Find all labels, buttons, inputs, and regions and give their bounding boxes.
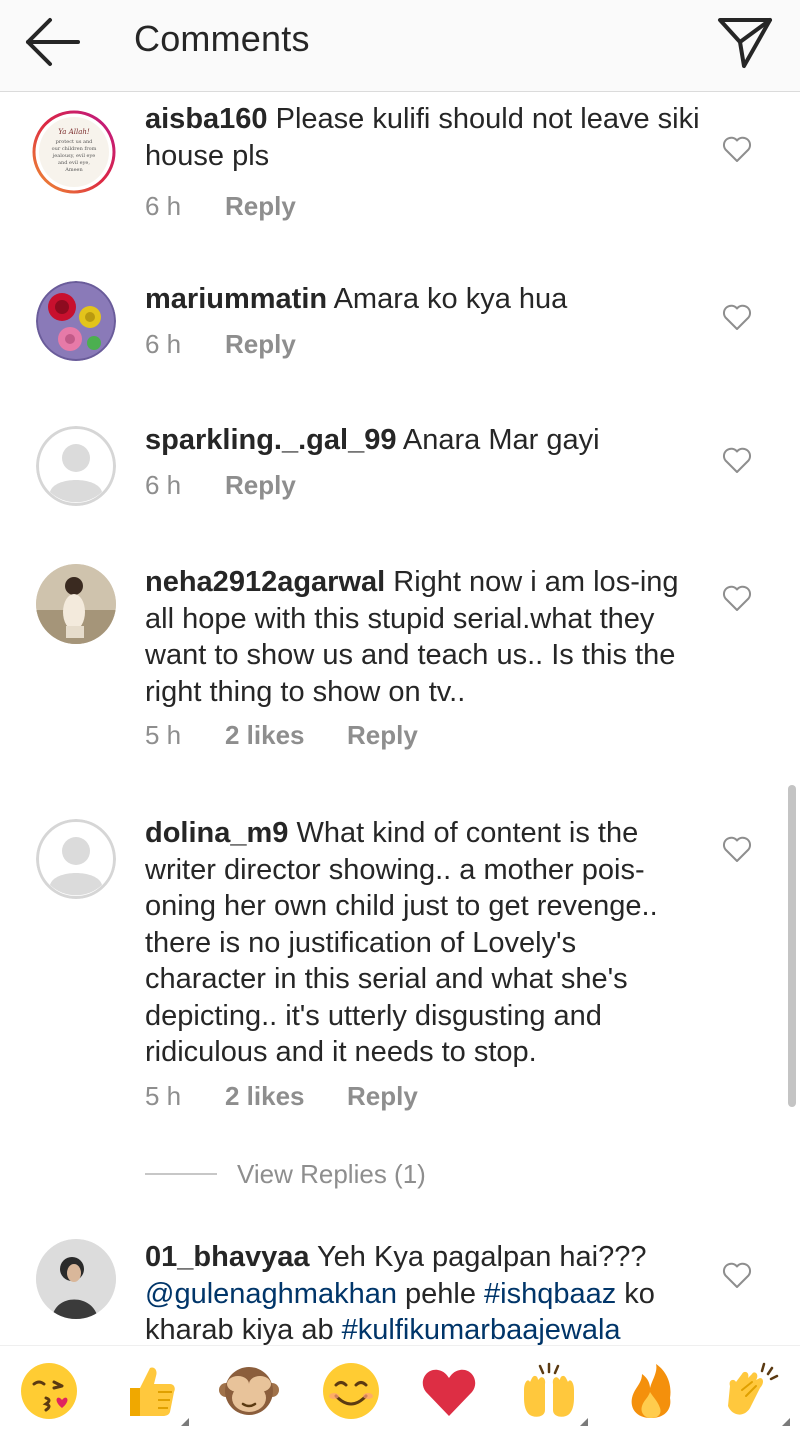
thumbs-up-emoji-icon[interactable]: [118, 1360, 180, 1422]
comment-meta: 6 h Reply: [145, 470, 296, 501]
avatar[interactable]: Ya Allah! protect us and our children fr…: [32, 110, 116, 194]
mention-link[interactable]: @gulenaghmakhan: [145, 1278, 397, 1310]
comment-text: 01_bhavyaa Yeh Kya pagalpan hai??? @gule…: [145, 1241, 655, 1345]
comment-text: dolina_m9 What kind of content is the wr…: [145, 815, 705, 1071]
kissing-face-emoji-icon[interactable]: [18, 1360, 80, 1422]
likes-count[interactable]: 2 likes: [225, 720, 347, 751]
comment-message: Amara ko kya hua: [327, 283, 568, 315]
svg-text:our children from: our children from: [52, 146, 97, 152]
avatar[interactable]: [36, 281, 116, 361]
fire-emoji-icon[interactable]: [620, 1360, 682, 1422]
comment-meta: 5 h 2 likes Reply: [145, 720, 418, 751]
comment-text: sparkling._.gal_99 Anara Mar gayi: [145, 422, 705, 459]
svg-text:Ameen: Ameen: [64, 167, 83, 173]
svg-text:and evil eye,: and evil eye,: [58, 160, 90, 166]
direct-send-icon[interactable]: [714, 12, 776, 72]
comment-meta: 5 h 2 likes Reply: [145, 1081, 418, 1112]
svg-text:jealousy, evil eye: jealousy, evil eye: [52, 153, 96, 159]
scrollbar[interactable]: [788, 785, 796, 1107]
reply-button[interactable]: Reply: [347, 1081, 418, 1112]
comment-message: Yeh Kya pagalpan hai???: [309, 1241, 647, 1273]
like-heart-icon[interactable]: [722, 135, 752, 163]
comment-text: mariummatin Amara ko kya hua: [145, 281, 705, 318]
comment-message: What kind of content is the writer direc…: [145, 817, 658, 1068]
comment-message: Anara Mar gayi: [396, 424, 600, 456]
skin-tone-indicator: [782, 1418, 790, 1426]
username[interactable]: mariummatin: [145, 283, 327, 315]
see-no-evil-monkey-emoji-icon[interactable]: [218, 1360, 280, 1422]
like-heart-icon[interactable]: [722, 584, 752, 612]
raising-hands-emoji-icon[interactable]: [518, 1360, 580, 1422]
reply-button[interactable]: Reply: [347, 720, 418, 751]
comment-meta: 6 h Reply: [145, 329, 296, 360]
comments-list[interactable]: Ya Allah! protect us and our children fr…: [0, 93, 800, 1345]
timestamp: 6 h: [145, 191, 182, 221]
red-heart-emoji-icon[interactable]: [418, 1360, 480, 1422]
back-arrow-icon[interactable]: [22, 16, 82, 68]
timestamp: 5 h: [145, 720, 182, 750]
avatar[interactable]: [36, 564, 116, 644]
svg-text:protect us and: protect us and: [56, 139, 94, 145]
like-heart-icon[interactable]: [722, 446, 752, 474]
username[interactable]: sparkling._.gal_99: [145, 424, 396, 456]
view-replies-label: View Replies (1): [237, 1158, 426, 1189]
timestamp: 5 h: [145, 1081, 182, 1111]
reply-button[interactable]: Reply: [225, 470, 296, 501]
like-heart-icon[interactable]: [722, 835, 752, 863]
page-title: Comments: [134, 18, 310, 59]
default-avatar-icon[interactable]: [36, 819, 116, 899]
avatar[interactable]: [36, 1239, 116, 1319]
smiling-face-emoji-icon[interactable]: [320, 1360, 382, 1422]
clapping-hands-emoji-icon[interactable]: [720, 1360, 782, 1422]
timestamp: 6 h: [145, 329, 182, 359]
likes-count[interactable]: 2 likes: [225, 1081, 347, 1112]
username[interactable]: neha2912agarwal: [145, 566, 385, 598]
comment-meta: 6 h Reply: [145, 191, 296, 222]
default-avatar-icon[interactable]: [36, 426, 116, 506]
view-replies-button[interactable]: View Replies (1): [145, 1156, 426, 1192]
hashtag-link[interactable]: #kulfikumarbaajewala: [342, 1314, 621, 1345]
reply-button[interactable]: Reply: [225, 191, 296, 222]
hashtag-link[interactable]: #ishqbaaz: [484, 1278, 616, 1310]
like-heart-icon[interactable]: [722, 1261, 752, 1289]
top-bar: Comments: [0, 0, 800, 92]
skin-tone-indicator: [181, 1418, 189, 1426]
skin-tone-indicator: [580, 1418, 588, 1426]
timestamp: 6 h: [145, 470, 182, 500]
view-replies-divider: [145, 1173, 217, 1175]
avatar-text: Ya Allah!: [58, 128, 90, 136]
reply-button[interactable]: Reply: [225, 329, 296, 360]
comment-text: neha2912agarwal Right now i am los-ing a…: [145, 564, 705, 710]
like-heart-icon[interactable]: [722, 303, 752, 331]
username[interactable]: 01_bhavyaa: [145, 1241, 309, 1273]
username[interactable]: dolina_m9: [145, 817, 288, 849]
comment-text: aisba160 Please kulifi should not leave …: [145, 101, 705, 174]
username[interactable]: aisba160: [145, 103, 268, 135]
emoji-quick-bar: [0, 1345, 800, 1451]
